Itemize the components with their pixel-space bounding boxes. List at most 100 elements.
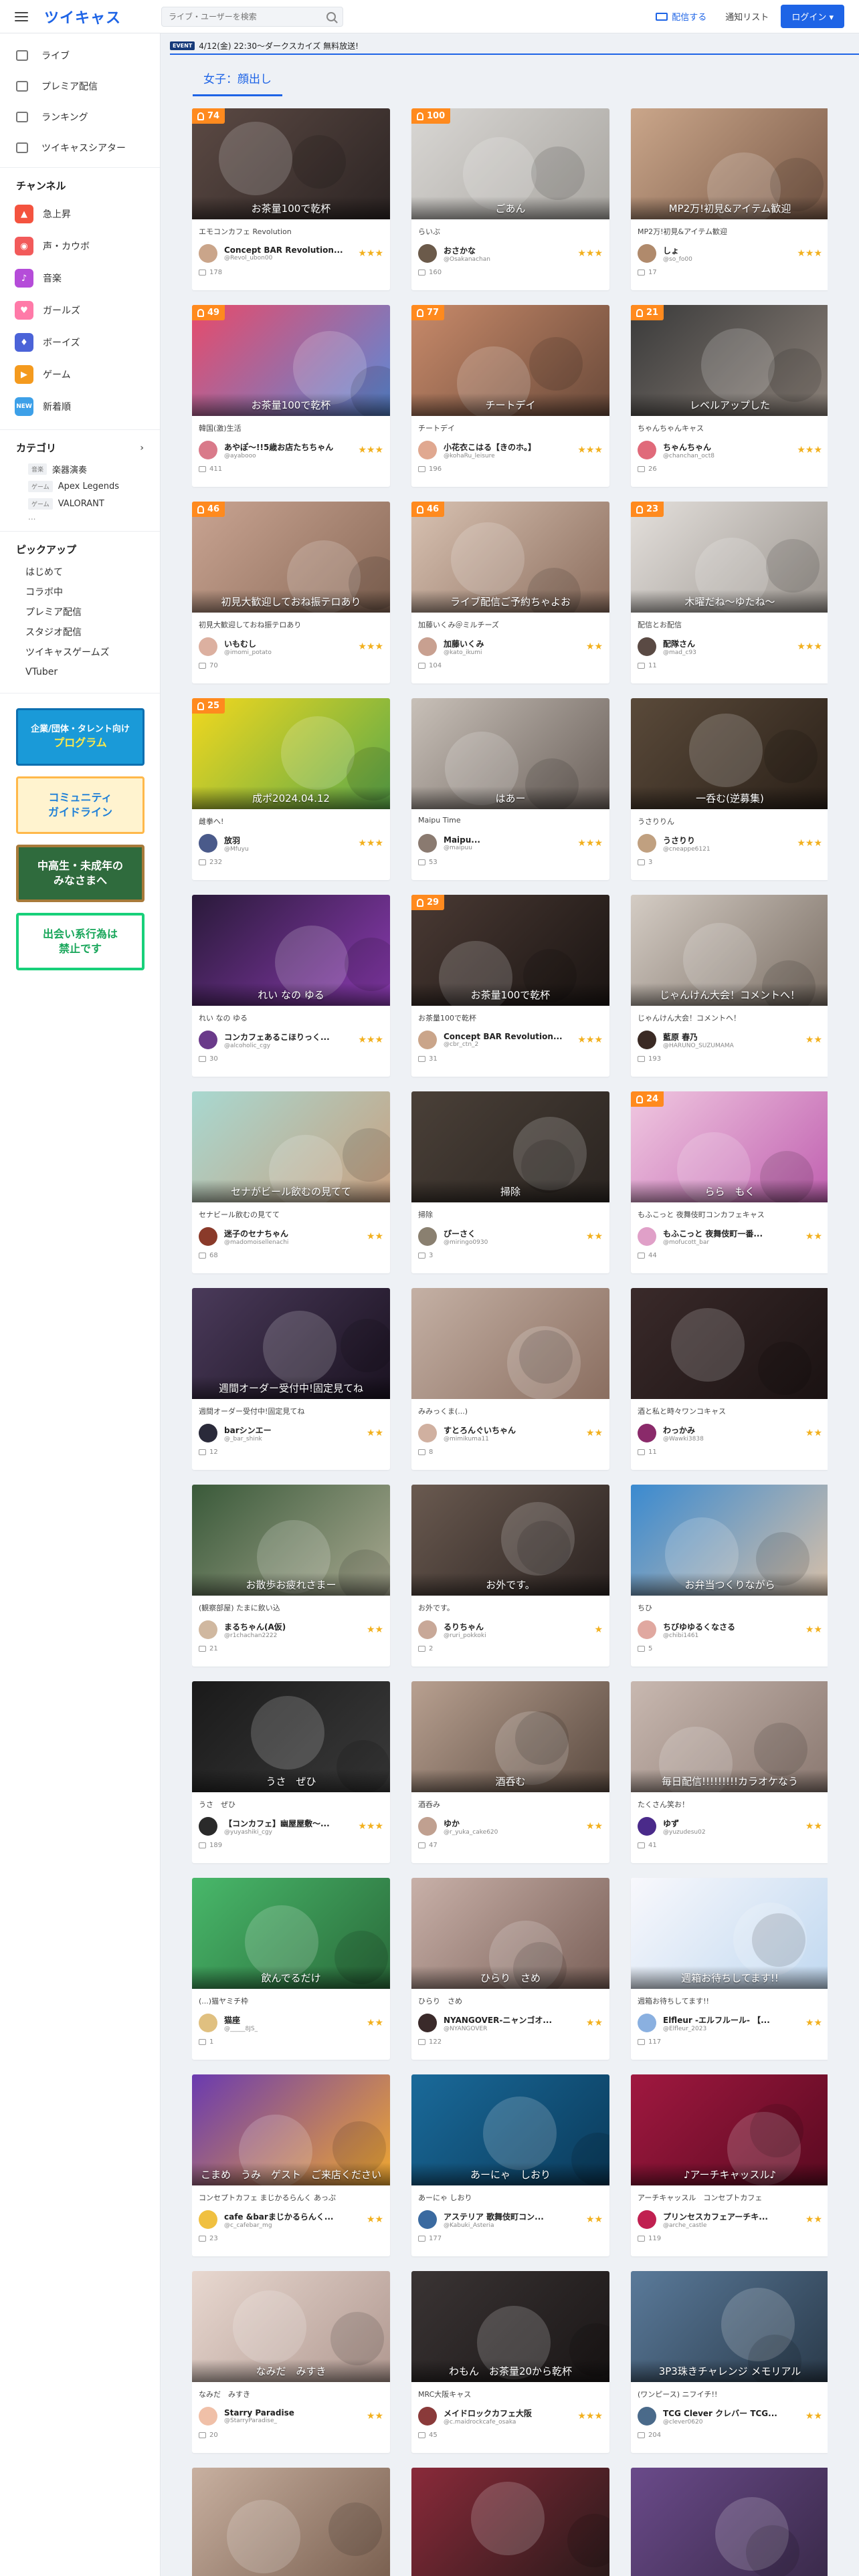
live-card[interactable]: 酒と私と時々ワンコキャス わっかみ @Wawki3838 ★★ 11	[631, 1288, 828, 1470]
site-logo[interactable]: ツイキャス	[44, 6, 121, 27]
live-thumbnail[interactable]: MP2万!初見&アイテム歓迎	[631, 108, 828, 219]
live-card[interactable]: 77 チートデイ チートデイ 小花衣こはる【きのホ。】 @kohaRu_leisure ★…	[411, 305, 609, 487]
avatar[interactable]	[418, 834, 437, 853]
live-thumbnail[interactable]: 掃除	[411, 1091, 609, 1202]
live-card[interactable]: うさ ぜひ うさ ぜひ 【コンカフェ】幽屋屋敷～... @yuyashiki_cgy ★…	[192, 1681, 390, 1863]
live-thumbnail[interactable]: お弁当つくりながら	[631, 1485, 828, 1596]
sidebar-item-live[interactable]: ライブ	[0, 40, 160, 71]
avatar[interactable]	[418, 1031, 437, 1049]
live-card[interactable]: お弁当つくりながら ちひ ちびゆゆるくなさる @chibi1461 ★★ 5	[631, 1485, 828, 1667]
broadcaster-row[interactable]: 加藤いくみ @kato_ikumi ★★	[418, 637, 603, 657]
avatar[interactable]	[199, 1227, 217, 1246]
avatar[interactable]	[418, 1817, 437, 1836]
broadcaster-row[interactable]: 小花衣こはる【きのホ。】 @kohaRu_leisure ★★★	[418, 440, 603, 460]
live-thumbnail[interactable]: れい なの ゆる	[192, 895, 390, 1006]
pickup-item[interactable]: プレミア配信	[0, 602, 160, 622]
avatar[interactable]	[638, 244, 656, 263]
login-button[interactable]: ログイン ▾	[781, 5, 844, 28]
broadcaster-row[interactable]: おさかな @Osakanachan ★★★	[418, 243, 603, 263]
avatar[interactable]	[638, 2014, 656, 2032]
avatar[interactable]	[638, 1227, 656, 1246]
live-thumbnail[interactable]: 21 レベルアップした	[631, 305, 828, 416]
pickup-item[interactable]: はじめて	[0, 562, 160, 582]
live-card[interactable]: はあー Maipu Time Maipu... @maipuu ★★★ 53	[411, 698, 609, 880]
live-thumbnail[interactable]: うさ ぜひ	[192, 1681, 390, 1792]
avatar[interactable]	[418, 2210, 437, 2229]
avatar[interactable]	[199, 1817, 217, 1836]
live-card[interactable]: 100 ごあん らいぶ おさかな @Osakanachan ★★★ 160	[411, 108, 609, 290]
live-card[interactable]: 25 成ポ2024.04.12 雌拳へ! 放羽 @Mfuyu ★★★ 232	[192, 698, 390, 880]
avatar[interactable]	[199, 1424, 217, 1442]
category-item[interactable]: ゲーム Apex Legends	[0, 477, 160, 495]
broadcaster-row[interactable]: ぴーさく @miringo0930 ★★	[418, 1226, 603, 1247]
broadcaster-row[interactable]: 配隊さん @mad_c93 ★★★	[638, 637, 822, 657]
broadcaster-row[interactable]: まるちゃん(A仮) @r1chachan2222 ★★	[199, 1620, 383, 1640]
broadcaster-row[interactable]: ゆか @r_yuka_cake620 ★★	[418, 1816, 603, 1836]
broadcaster-row[interactable]: 【コンカフェ】幽屋屋敷～... @yuyashiki_cgy ★★★	[199, 1816, 383, 1836]
broadcaster-row[interactable]: プリンセスカフェアーチキ... @arche_castle ★★	[638, 2210, 822, 2230]
live-thumbnail[interactable]: お散歩お疲れさまー	[192, 1485, 390, 1596]
live-thumbnail[interactable]: 25 成ポ2024.04.12	[192, 698, 390, 809]
broadcaster-row[interactable]: ちびゆゆるくなさる @chibi1461 ★★	[638, 1620, 822, 1640]
live-thumbnail[interactable]: こまめ うみ ゲスト ご来店ください	[192, 2074, 390, 2185]
live-card[interactable]: 毎日配信!!!!!!!!!カラオケなう たくさん笑お！ ゆず @yuzudesu02 ★…	[631, 1681, 828, 1863]
live-thumbnail[interactable]: 一呑む(逆募集)	[631, 698, 828, 809]
category-more[interactable]: ...	[0, 512, 160, 526]
live-thumbnail[interactable]: 毎日配信!!!!!!!!!カラオケなう	[631, 1681, 828, 1792]
pickup-item[interactable]: ツイキャスゲームズ	[0, 642, 160, 662]
live-card[interactable]: 23 木曜だね〜ゆたね〜 配信とお配信 配隊さん @mad_c93 ★★★ 11	[631, 502, 828, 683]
live-thumbnail[interactable]: 3P3珠きチャレンジ メモリアル	[631, 2271, 828, 2382]
broadcaster-row[interactable]: るりちゃん @ruri_pokkoki ★	[418, 1620, 603, 1640]
broadcaster-row[interactable]: TCG Clever クレバー TCG... @clever0620 ★★	[638, 2406, 822, 2426]
pickup-item[interactable]: コラボ中	[0, 582, 160, 602]
live-thumbnail[interactable]	[411, 2468, 609, 2576]
live-card[interactable]: 21 レベルアップした ちゃんちゃんキャス ちゃんちゃん @chanchan_oct8 ★…	[631, 305, 828, 487]
live-card[interactable]: セナがビール飲むの見てて セナビール飲むの見てて 迷子のセナちゃん @madomois…	[192, 1091, 390, 1273]
avatar[interactable]	[199, 441, 217, 459]
avatar[interactable]	[199, 637, 217, 656]
broadcaster-row[interactable]: アステリア 歌舞伎町コン... @Kabuki_Asteria ★★	[418, 2210, 603, 2230]
broadcaster-row[interactable]: しょ @so_fo00 ★★★	[638, 243, 822, 263]
broadcaster-row[interactable]: 迷子のセナちゃん @madomoisellenachi ★★	[199, 1226, 383, 1247]
avatar[interactable]	[199, 2210, 217, 2229]
avatar[interactable]	[638, 637, 656, 656]
category-item[interactable]: 音楽 楽器演奏	[0, 460, 160, 477]
avatar[interactable]	[418, 244, 437, 263]
broadcaster-row[interactable]: barシンエー @_bar_shink ★★	[199, 1423, 383, 1443]
live-thumbnail[interactable]: 週箱お待ちしてます!!	[631, 1878, 828, 1989]
channel-item-game[interactable]: ▶ ゲーム	[0, 358, 160, 391]
live-thumbnail[interactable]	[411, 1288, 609, 1399]
live-card[interactable]: わもん お茶量20から乾杯 MRC大阪キャス メイドロックカフェ大阪 @c.maidr…	[411, 2271, 609, 2453]
avatar[interactable]	[418, 1620, 437, 1639]
live-card[interactable]	[411, 2468, 609, 2576]
avatar[interactable]	[638, 1620, 656, 1639]
broadcaster-row[interactable]: すとろんぐいちゃん @mimikuma11 ★★	[418, 1423, 603, 1443]
live-card[interactable]: なみだ みすき なみだ みすき Starry Paradise @StarryPara…	[192, 2271, 390, 2453]
broadcaster-row[interactable]: Starry Paradise @StarryParadise_ ★★	[199, 2406, 383, 2426]
live-card[interactable]	[631, 2468, 828, 2576]
live-thumbnail[interactable]: 飲んでるだけ	[192, 1878, 390, 1989]
channel-item-voice[interactable]: ◉ 声・カウボ	[0, 230, 160, 262]
live-thumbnail[interactable]: 46 初見大歓迎しておね振テロあり	[192, 502, 390, 613]
live-card[interactable]: 46 初見大歓迎しておね振テロあり 初見大歓迎しておね振テロあり いもむし @imomi…	[192, 502, 390, 683]
pickup-item[interactable]: VTuber	[0, 662, 160, 682]
avatar[interactable]	[638, 1817, 656, 1836]
avatar[interactable]	[638, 834, 656, 853]
avatar[interactable]	[199, 2407, 217, 2426]
banner-business-program[interactable]: 企業/団体・タレント向け プログラム	[16, 708, 145, 766]
live-thumbnail[interactable]: 23 木曜だね〜ゆたね〜	[631, 502, 828, 613]
category-header[interactable]: カテゴリ ›	[0, 429, 160, 460]
live-card[interactable]: こまめ うみ ゲスト ご来店ください コンセプトカフェ まじかるらんく あっぷ ca…	[192, 2074, 390, 2256]
avatar[interactable]	[418, 2014, 437, 2032]
broadcaster-row[interactable]: Concept BAR Revolution... @cbr_ctn_2 ★★★	[418, 1030, 603, 1050]
live-thumbnail[interactable]	[631, 1288, 828, 1399]
banner-community-guideline[interactable]: コミュニティ ガイドライン	[16, 776, 145, 834]
live-card[interactable]: 酒呑む 酒呑み ゆか @r_yuka_cake620 ★★ 47	[411, 1681, 609, 1863]
live-card[interactable]: 飲んでるだけ (...)猫ヤミチ枠 猫座 @_____8JS_ ★★ 1	[192, 1878, 390, 2060]
avatar[interactable]	[199, 1031, 217, 1049]
broadcaster-row[interactable]: わっかみ @Wawki3838 ★★	[638, 1423, 822, 1443]
live-card[interactable]: 29 お茶量100で乾杯 お茶量100で乾杯 Concept BAR Revoluti…	[411, 895, 609, 1077]
live-card[interactable]: 46 ライブ配信ご予約ちゃよお 加藤いくみ＠ミルチーズ 加藤いくみ @kato_ikum…	[411, 502, 609, 683]
banner-dating-prohibited[interactable]: 出会い系行為は 禁止です	[16, 913, 145, 970]
live-card[interactable]: 24 らら もく もふこっと 夜舞伎町コンカフェキャス もふこっと 夜舞伎町一番...…	[631, 1091, 828, 1273]
